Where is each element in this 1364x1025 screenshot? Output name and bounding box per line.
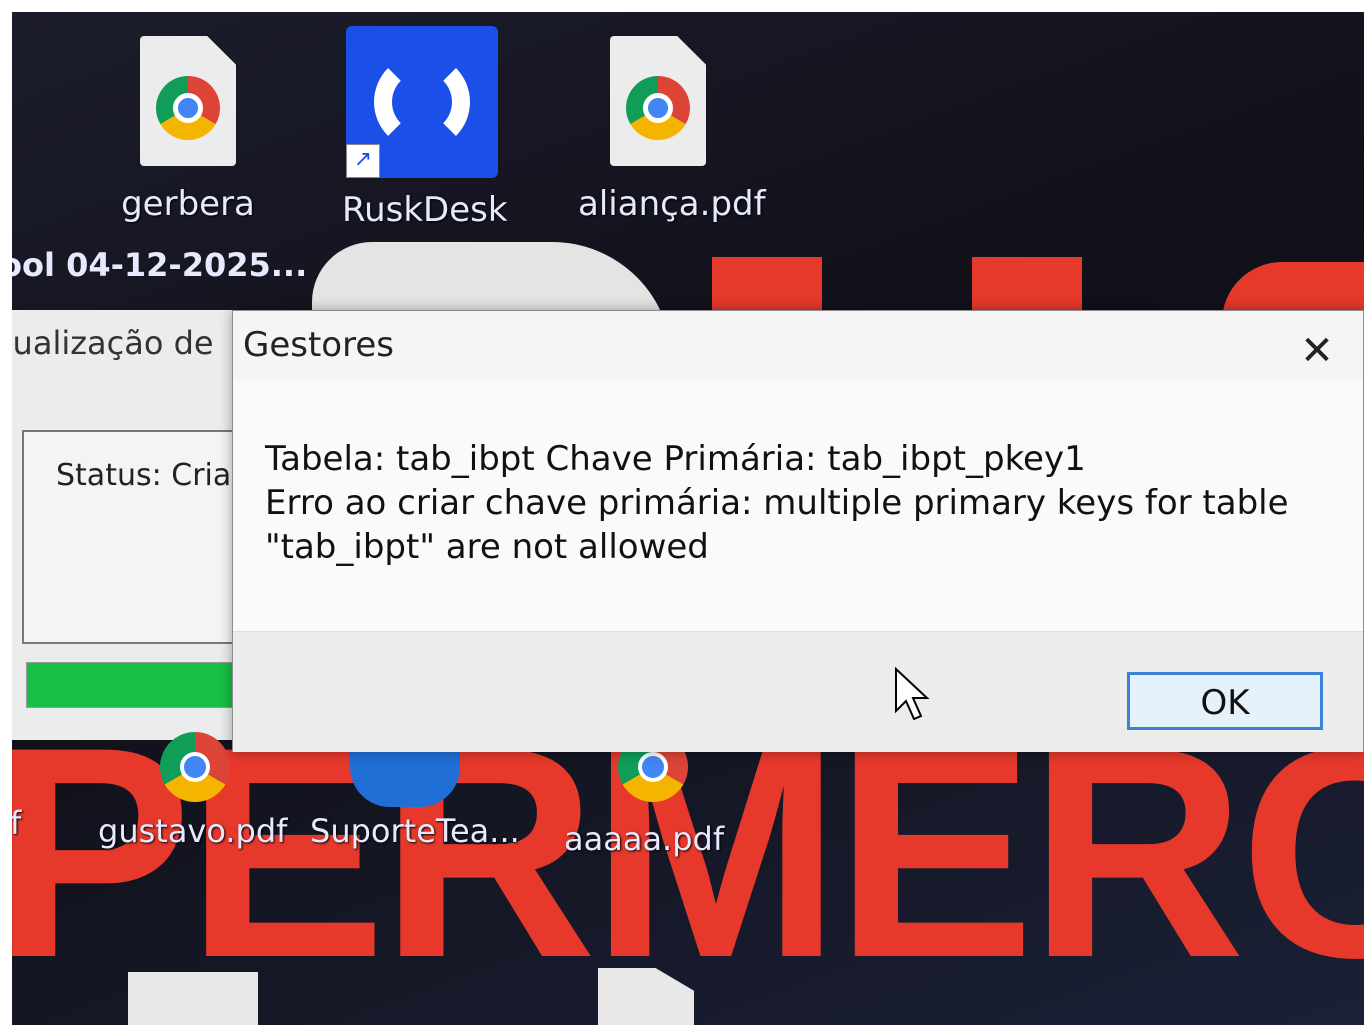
desktop-icon-gerbera[interactable]: gerbera — [108, 36, 268, 224]
desktop-icon-aaaaa[interactable]: aaaaa.pdf — [564, 820, 724, 858]
desktop-icon-suporteteamviewer[interactable]: SuporteTea... — [310, 812, 520, 850]
chrome-pdf-icon — [140, 36, 236, 166]
dialog-titlebar[interactable]: Gestores ✕ — [233, 311, 1363, 381]
status-text: Status: Criar — [56, 458, 244, 493]
desktop-icon-alianca[interactable]: aliança.pdf — [578, 36, 766, 224]
desktop-icon-label-partial: f — [12, 804, 22, 842]
chrome-pdf-icon — [160, 732, 230, 802]
desktop-icon-label: RuskDesk — [342, 190, 508, 230]
dialog-content: Tabela: tab_ibpt Chave Primária: tab_ibp… — [233, 381, 1363, 631]
desktop-icon-label: aliança.pdf — [578, 184, 766, 224]
close-button[interactable]: ✕ — [1289, 327, 1345, 375]
desktop: PERMERCA gerbera ↗ RuskDesk aliança.pdf … — [12, 12, 1364, 1025]
error-dialog: Gestores ✕ Tabela: tab_ibpt Chave Primár… — [232, 310, 1364, 752]
wallpaper-shape — [712, 257, 822, 317]
desktop-icon-ruskdesk[interactable]: ↗ RuskDesk — [342, 26, 508, 230]
ok-button[interactable]: OK — [1127, 672, 1323, 730]
desktop-icon-gustavo[interactable]: gustavo.pdf — [98, 812, 287, 850]
window-title: tualização de — [12, 324, 214, 362]
wallpaper-shape — [972, 257, 1082, 317]
dialog-title: Gestores — [243, 325, 394, 365]
chrome-pdf-icon — [610, 36, 706, 166]
mouse-cursor-icon — [895, 667, 930, 721]
status-label: Status: — [56, 458, 162, 493]
shortcut-arrow-icon: ↗ — [346, 144, 380, 178]
error-message: Tabela: tab_ibpt Chave Primária: tab_ibp… — [265, 439, 1289, 567]
desktop-icon-label: gerbera — [121, 184, 255, 224]
desktop-icon-partial[interactable] — [128, 972, 258, 1025]
ruskdesk-icon: ↗ — [346, 26, 498, 178]
dialog-footer: OK — [233, 631, 1363, 752]
desktop-icon-label-partial: ool 04-12-2025... — [12, 246, 308, 284]
